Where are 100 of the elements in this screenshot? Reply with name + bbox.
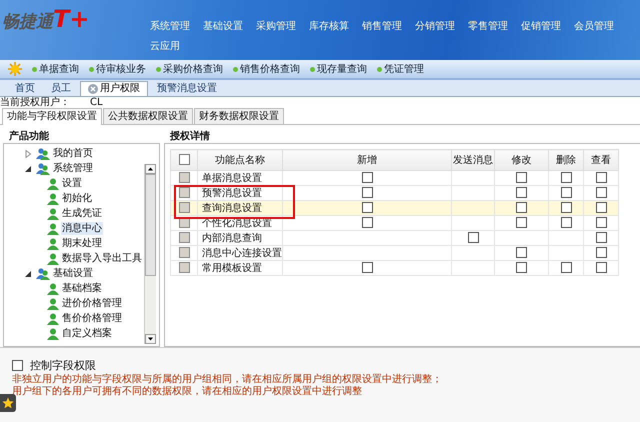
nav-menu-item[interactable]: 销售管理 <box>362 21 402 33</box>
row-checkbox[interactable] <box>178 247 190 258</box>
table-row[interactable]: 消息中心连接设置 <box>170 246 618 260</box>
quick-link[interactable]: 现存量查询 <box>310 62 367 76</box>
page-tab[interactable]: 员工 <box>44 82 78 96</box>
tree-item[interactable]: 设置 <box>61 177 83 190</box>
user-icon <box>47 298 59 310</box>
column-header[interactable]: 修改 <box>494 150 548 170</box>
quick-link[interactable]: 销售价格查询 <box>233 62 300 76</box>
column-header[interactable]: 新增 <box>282 150 452 170</box>
quick-link[interactable]: 采购价格查询 <box>156 62 223 76</box>
checkbox[interactable] <box>516 247 527 258</box>
checkbox[interactable] <box>516 217 527 228</box>
checkbox[interactable] <box>596 247 606 258</box>
row-checkbox[interactable] <box>178 187 190 198</box>
nav-menu-item[interactable]: 分销管理 <box>415 21 455 33</box>
table-row[interactable]: 查询消息设置 <box>170 200 618 216</box>
checkbox[interactable] <box>596 172 606 184</box>
tree-item[interactable]: 生成凭证 <box>61 207 103 220</box>
row-checkbox[interactable] <box>178 232 190 244</box>
row-checkbox[interactable] <box>178 202 190 214</box>
checkbox[interactable] <box>596 232 606 244</box>
page-tab[interactable]: 预警消息设置 <box>150 82 224 96</box>
column-header[interactable]: 功能点名称 <box>198 150 282 170</box>
tree-item[interactable]: 基础档案 <box>61 282 103 295</box>
select-all-checkbox[interactable] <box>178 154 190 166</box>
user-group-icon <box>36 162 50 174</box>
note-text: 用户组下的各用户可拥有不同的数据权限，请在相应的用户权限设置中进行调整 <box>12 386 363 398</box>
checkbox[interactable] <box>12 360 23 371</box>
panel-title: 产品功能 <box>8 131 50 142</box>
nav-menu-item[interactable]: 云应用 <box>150 41 180 53</box>
row-checkbox[interactable] <box>178 262 190 274</box>
checkbox[interactable] <box>560 187 572 198</box>
quick-link[interactable]: 单据查询 <box>32 62 79 76</box>
expanded-arrow-icon[interactable] <box>24 164 32 172</box>
table-cell: 消息中心连接设置 <box>198 246 282 260</box>
checkbox[interactable] <box>516 172 527 184</box>
tree-item[interactable]: 数据导入导出工具 <box>61 252 143 265</box>
checkbox[interactable] <box>468 232 478 244</box>
expanded-arrow-icon[interactable] <box>24 270 32 278</box>
tree-item[interactable]: 期末处理 <box>61 237 103 250</box>
tree-item[interactable]: 自定义档案 <box>61 327 113 340</box>
tree-item[interactable]: 我的首页 <box>52 147 94 160</box>
scroll-down-icon[interactable] <box>145 334 156 344</box>
checkbox[interactable] <box>596 217 606 228</box>
collapsed-arrow-icon[interactable] <box>24 150 32 158</box>
page-tab[interactable]: 用户权限 <box>80 81 148 96</box>
user-icon <box>47 192 59 204</box>
row-checkbox[interactable] <box>178 172 190 184</box>
checkbox[interactable] <box>560 172 572 184</box>
checkbox[interactable] <box>560 217 572 228</box>
page-tab[interactable]: 首页 <box>8 82 42 96</box>
checkbox[interactable] <box>560 262 572 274</box>
panel-title: 授权详情 <box>168 131 211 142</box>
nav-menu-item[interactable]: 会员管理 <box>574 21 614 33</box>
tree-item[interactable]: 进价价格管理 <box>61 297 123 310</box>
nav-menu-item[interactable]: 零售管理 <box>468 21 508 33</box>
tree-item[interactable]: 售价价格管理 <box>61 312 123 325</box>
favorites-button[interactable] <box>0 394 16 412</box>
checkbox[interactable] <box>516 187 527 198</box>
column-header[interactable]: 删除 <box>548 150 584 170</box>
checkbox[interactable] <box>596 262 606 274</box>
nav-menu-item[interactable]: 促销管理 <box>521 21 561 33</box>
column-header[interactable]: 查看 <box>584 150 618 170</box>
checkbox[interactable] <box>596 202 606 214</box>
tree-item[interactable]: 基础设置 <box>52 267 94 280</box>
user-icon <box>47 222 59 234</box>
checkbox[interactable] <box>516 202 527 214</box>
table-row[interactable]: 单据消息设置 <box>170 170 618 186</box>
column-header[interactable]: 发送消息 <box>452 150 494 170</box>
checkbox[interactable] <box>560 202 572 214</box>
user-icon <box>47 238 59 250</box>
tree-item[interactable]: 消息中心 <box>61 222 103 235</box>
scrollbar[interactable] <box>144 164 156 344</box>
checkbox[interactable] <box>362 262 372 274</box>
checkbox[interactable] <box>362 202 372 214</box>
tree-item[interactable]: 系统管理 <box>52 162 94 175</box>
user-group-icon <box>36 148 50 160</box>
nav-menu-item[interactable]: 库存核算 <box>309 21 349 33</box>
table-row[interactable]: 内部消息查询 <box>170 230 618 246</box>
nav-menu-item[interactable]: 系统管理 <box>150 21 190 33</box>
nav-menu-item[interactable]: 基础设置 <box>203 21 243 33</box>
quick-link[interactable]: 待审核业务 <box>89 62 146 76</box>
user-icon <box>47 328 59 340</box>
checkbox[interactable] <box>362 172 372 184</box>
checkbox[interactable] <box>362 217 372 228</box>
current-user-value: CL <box>90 97 103 108</box>
note-text: 非独立用户的功能与字段权限与所属的用户组相同，请在相应所属用户组的权限设置中进行调整； <box>12 374 443 386</box>
sub-tab[interactable]: 公共数据权限设置 <box>103 108 193 124</box>
scroll-up-icon[interactable] <box>145 164 156 174</box>
checkbox[interactable] <box>362 187 372 198</box>
table-cell: 查询消息设置 <box>198 200 282 216</box>
table-row[interactable]: 常用模板设置 <box>170 260 618 276</box>
sub-tab[interactable]: 功能与字段权限设置 <box>2 108 102 125</box>
checkbox[interactable] <box>516 262 527 274</box>
nav-menu-item[interactable]: 采购管理 <box>256 21 296 33</box>
tree-item[interactable]: 初始化 <box>61 192 93 205</box>
quick-link[interactable]: 凭证管理 <box>377 62 424 76</box>
checkbox[interactable] <box>596 187 606 198</box>
sub-tab[interactable]: 财务数据权限设置 <box>194 108 284 124</box>
